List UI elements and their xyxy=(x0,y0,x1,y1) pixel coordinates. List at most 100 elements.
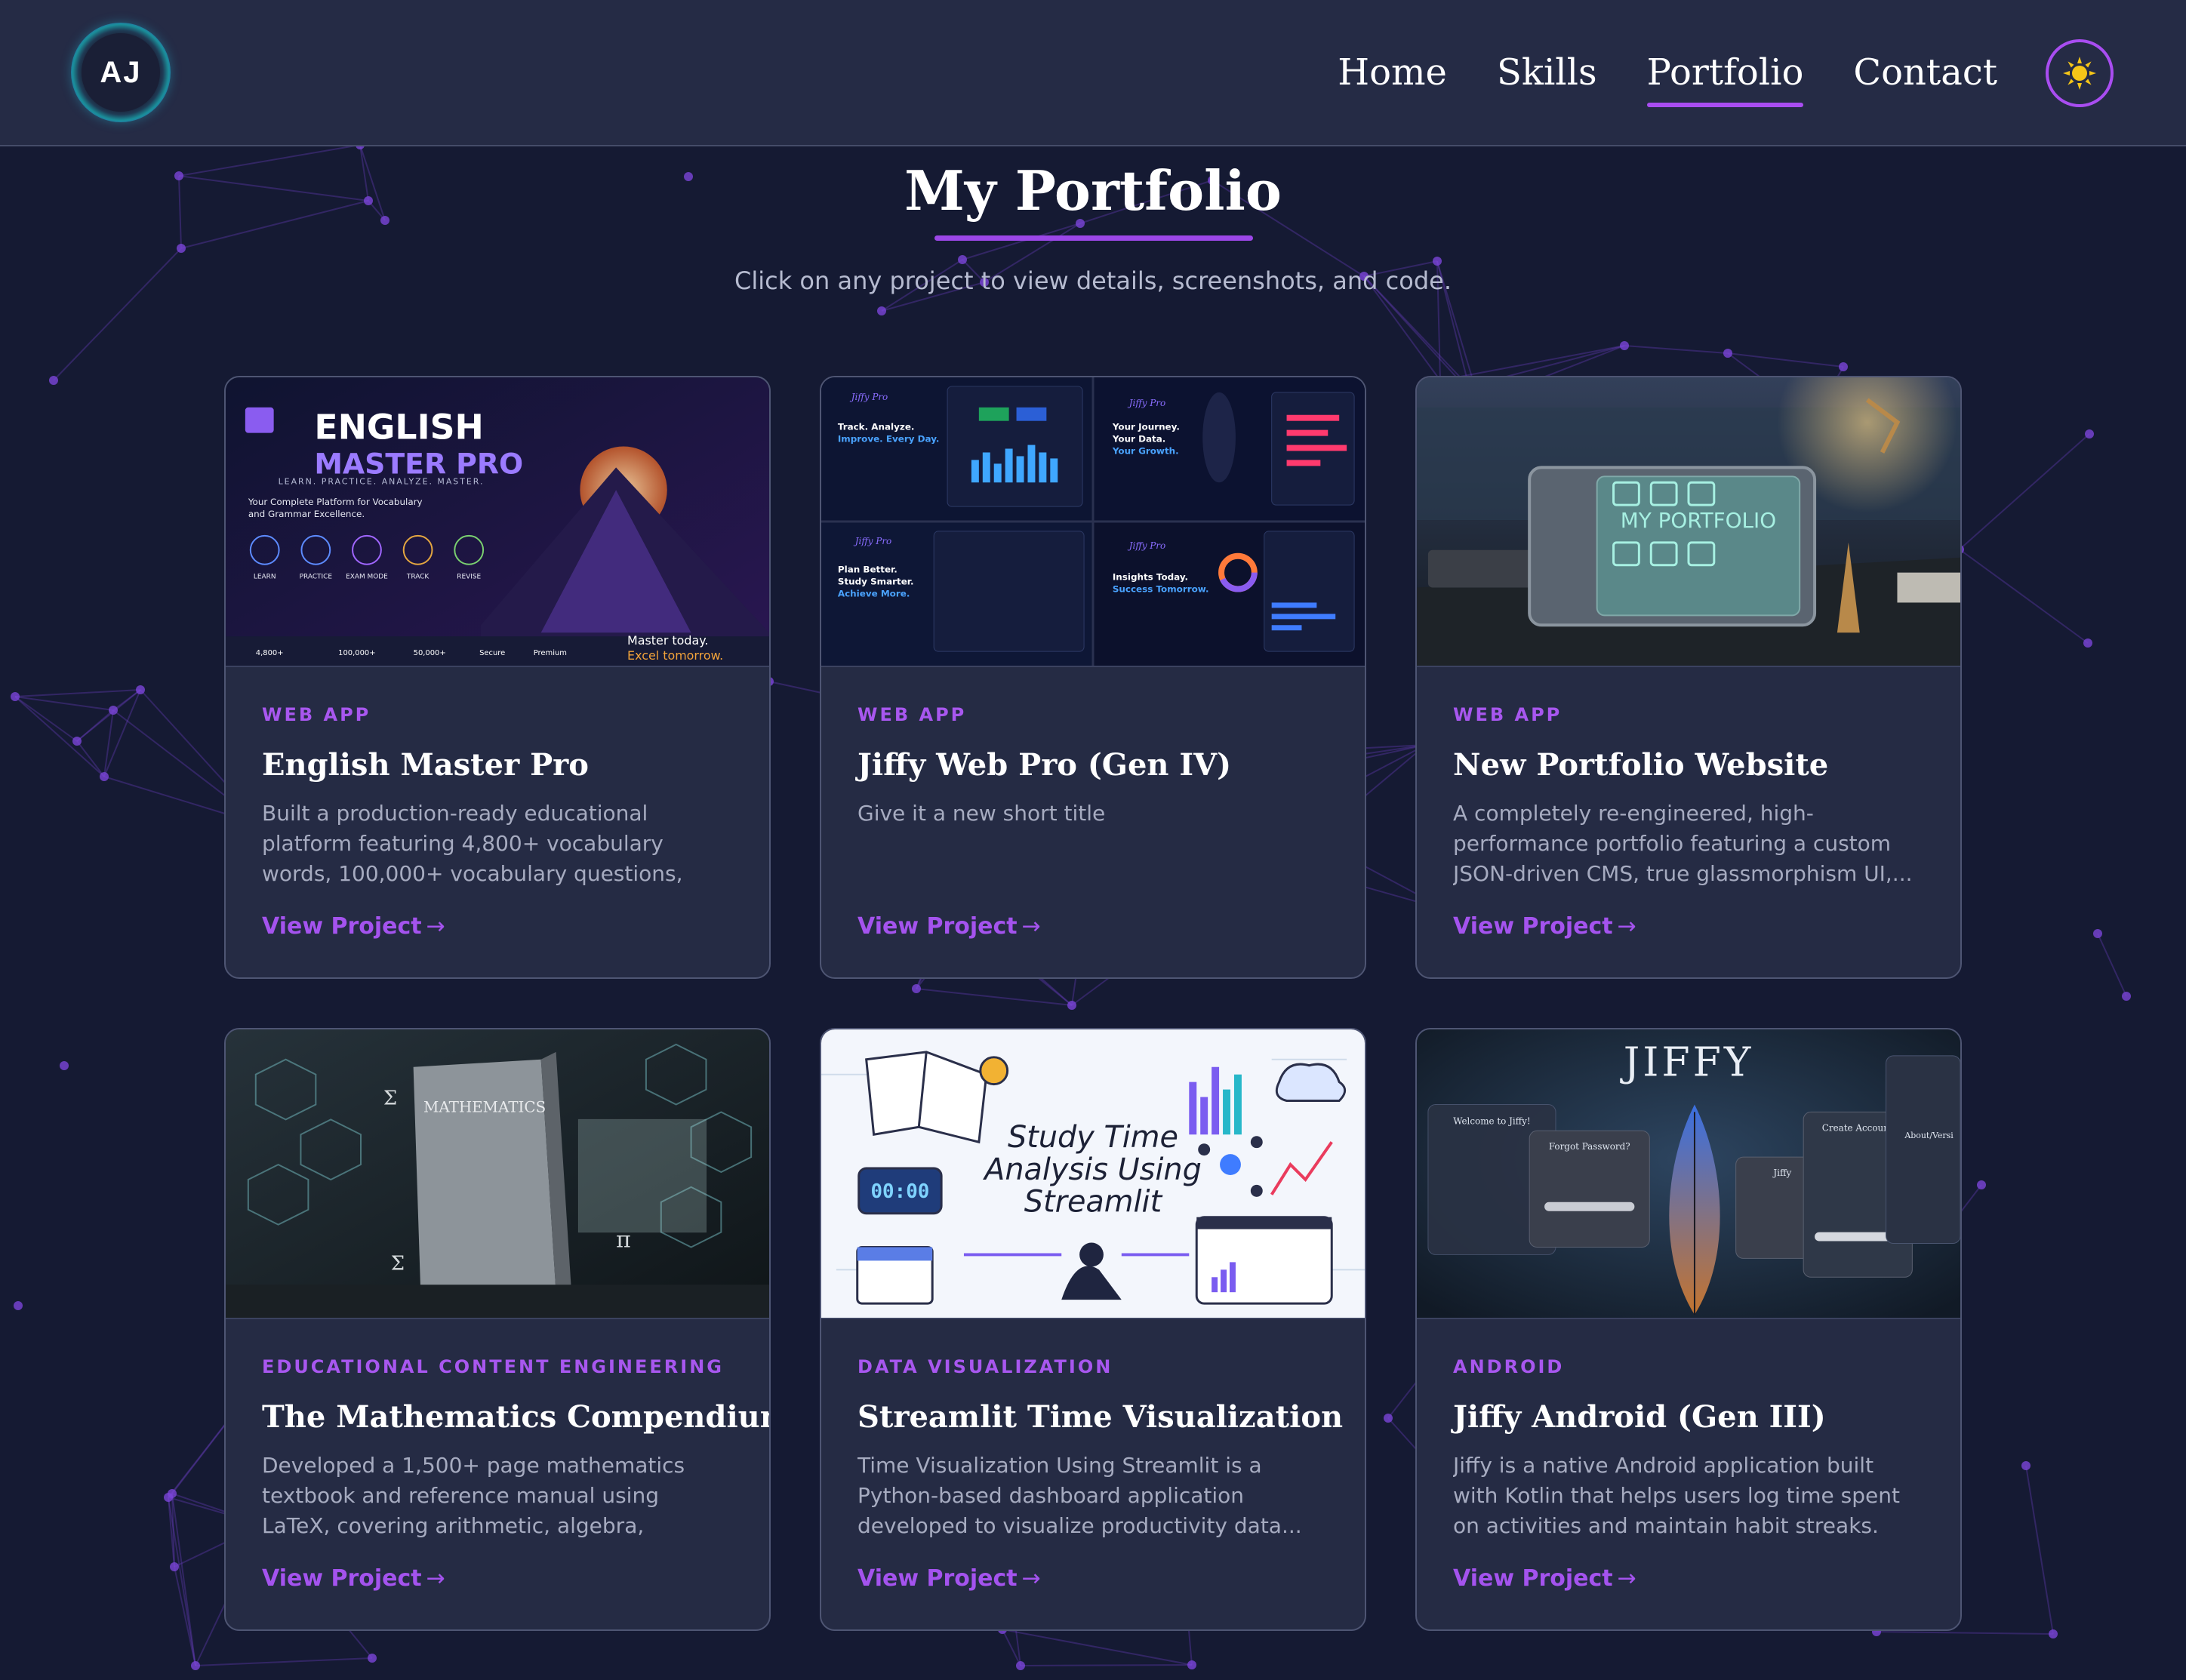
thumb-panel2-line3: Your Growth. xyxy=(1112,445,1179,456)
thumb-mode-4: TRACK xyxy=(406,574,430,581)
arrow-right-icon: → xyxy=(426,1565,445,1592)
view-project-label: View Project xyxy=(262,1565,422,1592)
mathematics-compendium-thumbnail: MATHEMATICS π Σ Σ xyxy=(226,1029,769,1318)
thumb-title-line2: Analysis Using xyxy=(982,1152,1202,1187)
thumb-stat-2: 100,000+ xyxy=(338,649,375,657)
project-description: Give it a new short title xyxy=(857,801,1106,826)
jiffy-android-thumbnail: JIFFY Welcome to Jiffy! Forgot Password?… xyxy=(1417,1029,1960,1318)
portfolio-website-thumbnail: MY PORTFOLIO xyxy=(1417,377,1960,666)
project-description: Time Visualization Using Streamlit is a … xyxy=(857,1453,1302,1538)
project-description: Jiffy is a native Android application bu… xyxy=(1453,1453,1900,1538)
sun-icon xyxy=(2063,57,2096,90)
svg-text:Σ: Σ xyxy=(383,1087,397,1109)
project-thumbnail: 00:00 Study Time Analysis Using Streamli… xyxy=(821,1029,1365,1319)
project-card-streamlit-time-visualization[interactable]: 00:00 Study Time Analysis Using Streamli… xyxy=(820,1028,1366,1631)
nav-links: Home Skills Portfolio Contact xyxy=(1338,44,1997,107)
project-category: WEB APP xyxy=(857,704,967,725)
thumb-panel3-line1: Plan Better. xyxy=(838,565,897,575)
project-thumbnail: Jiffy Pro Jiffy Pro Jiffy Pro Jiffy Pro … xyxy=(821,377,1365,667)
logo-text: AJ xyxy=(82,33,160,112)
nav-home[interactable]: Home xyxy=(1338,44,1447,101)
thumb-stat-5: Premium xyxy=(534,649,567,657)
thumb-panel3-line2: Study Smarter. xyxy=(838,577,914,587)
thumb-stat-3: 50,000+ xyxy=(414,649,446,657)
project-title: Jiffy Web Pro (Gen IV) xyxy=(857,747,1232,783)
thumb-jiffy-brand-3: Jiffy Pro xyxy=(854,536,891,546)
thumb-panel4-line2: Success Tomorrow. xyxy=(1113,584,1209,595)
project-card-mathematics-compendium[interactable]: MATHEMATICS π Σ Σ EDUCATIONAL CONTENT EN… xyxy=(224,1028,771,1631)
thumb-stat-1: 4,800+ xyxy=(256,649,284,657)
page-subtitle: Click on any project to view details, sc… xyxy=(734,266,1452,295)
thumb-cta-line1: Master today. xyxy=(627,633,708,648)
title-underline xyxy=(934,235,1253,241)
project-title: New Portfolio Website xyxy=(1453,747,1829,783)
thumb-screen-3: Jiffy xyxy=(1772,1168,1791,1178)
project-card-jiffy-android[interactable]: JIFFY Welcome to Jiffy! Forgot Password?… xyxy=(1415,1028,1962,1631)
english-master-pro-thumbnail: ENGLISH MASTER PRO LEARN. PRACTICE. ANAL… xyxy=(226,377,769,666)
project-description: Built a production-ready educational pla… xyxy=(262,801,683,886)
logo[interactable]: AJ xyxy=(71,23,171,122)
arrow-right-icon: → xyxy=(1617,913,1636,940)
thumb-jiffy-brand: JIFFY xyxy=(1620,1038,1754,1086)
thumb-title-line1: Study Time xyxy=(1008,1120,1178,1155)
thumb-jiffy-brand-4: Jiffy Pro xyxy=(1128,540,1165,551)
arrow-right-icon: → xyxy=(426,913,445,940)
nav-skills[interactable]: Skills xyxy=(1497,44,1597,101)
thumb-tagline: LEARN. PRACTICE. ANALYZE. MASTER. xyxy=(279,476,485,486)
view-project-label: View Project xyxy=(857,1565,1018,1592)
svg-text:π: π xyxy=(616,1226,631,1253)
thumb-mode-3: EXAM MODE xyxy=(346,574,388,581)
arrow-right-icon: → xyxy=(1021,913,1041,940)
thumb-screen-1: Welcome to Jiffy! xyxy=(1453,1115,1530,1126)
thumb-brand-line2: MASTER PRO xyxy=(314,447,523,480)
thumb-mode-1: LEARN xyxy=(254,574,276,581)
arrow-right-icon: → xyxy=(1617,1565,1636,1592)
nav-contact[interactable]: Contact xyxy=(1853,44,1997,101)
thumb-sign-text: MY PORTFOLIO xyxy=(1621,508,1776,533)
thumb-stat-4: Secure xyxy=(479,649,505,657)
streamlit-thumbnail: 00:00 Study Time Analysis Using Streamli… xyxy=(821,1029,1365,1318)
view-project-label: View Project xyxy=(1453,1565,1613,1592)
view-project-link[interactable]: View Project → xyxy=(1453,912,1636,942)
view-project-link[interactable]: View Project → xyxy=(262,1564,445,1594)
project-category: ANDROID xyxy=(1453,1356,1565,1377)
project-title: The Mathematics Compendium xyxy=(262,1399,771,1435)
nav-portfolio[interactable]: Portfolio xyxy=(1646,44,1803,107)
view-project-link[interactable]: View Project → xyxy=(1453,1564,1636,1594)
project-title: English Master Pro xyxy=(262,747,589,783)
project-title: Streamlit Time Visualization xyxy=(857,1399,1344,1435)
thumb-panel1-line2: Improve. Every Day. xyxy=(838,434,940,445)
thumb-mode-2: PRACTICE xyxy=(300,574,333,581)
project-card-jiffy-web-pro[interactable]: Jiffy Pro Jiffy Pro Jiffy Pro Jiffy Pro … xyxy=(820,376,1366,979)
thumb-brand-line1: ENGLISH xyxy=(314,408,483,448)
thumb-panel3-line3: Achieve More. xyxy=(838,588,910,598)
svg-text:Σ: Σ xyxy=(391,1252,405,1275)
view-project-link[interactable]: View Project → xyxy=(857,912,1041,942)
project-category: WEB APP xyxy=(1453,704,1563,725)
project-description: Developed a 1,500+ page mathematics text… xyxy=(262,1453,685,1538)
theme-toggle-button[interactable] xyxy=(2046,39,2114,107)
thumb-blurb-line1: Your Complete Platform for Vocabulary xyxy=(248,497,423,507)
view-project-label: View Project xyxy=(857,913,1018,940)
view-project-link[interactable]: View Project → xyxy=(857,1564,1041,1594)
project-title: Jiffy Android (Gen III) xyxy=(1453,1399,1826,1435)
thumb-title-line3: Streamlit xyxy=(1024,1185,1163,1220)
thumb-panel4-line1: Insights Today. xyxy=(1113,572,1188,583)
view-project-label: View Project xyxy=(262,913,422,940)
project-thumbnail: MATHEMATICS π Σ Σ xyxy=(226,1029,769,1319)
project-card-english-master-pro[interactable]: ENGLISH MASTER PRO LEARN. PRACTICE. ANAL… xyxy=(224,376,771,979)
view-project-label: View Project xyxy=(1453,913,1613,940)
thumb-screen-2: Forgot Password? xyxy=(1549,1141,1630,1152)
thumb-panel2-line2: Your Data. xyxy=(1112,434,1165,445)
thumb-jiffy-brand-1: Jiffy Pro xyxy=(850,392,888,402)
project-thumbnail: ENGLISH MASTER PRO LEARN. PRACTICE. ANAL… xyxy=(226,377,769,667)
project-description: A completely re-engineered, high-perform… xyxy=(1453,801,1913,886)
thumb-screen-4: Create Account xyxy=(1822,1122,1893,1133)
project-card-new-portfolio-website[interactable]: MY PORTFOLIO WEB APP New Portfolio Websi… xyxy=(1415,376,1962,979)
project-category: EDUCATIONAL CONTENT ENGINEERING xyxy=(262,1356,724,1377)
thumb-screen-5: About/Versi xyxy=(1904,1131,1954,1140)
project-category: DATA VISUALIZATION xyxy=(857,1356,1113,1377)
view-project-link[interactable]: View Project → xyxy=(262,912,445,942)
navbar: AJ Home Skills Portfolio Contact xyxy=(0,0,2186,146)
thumb-panel2-line1: Your Journey. xyxy=(1112,422,1180,432)
